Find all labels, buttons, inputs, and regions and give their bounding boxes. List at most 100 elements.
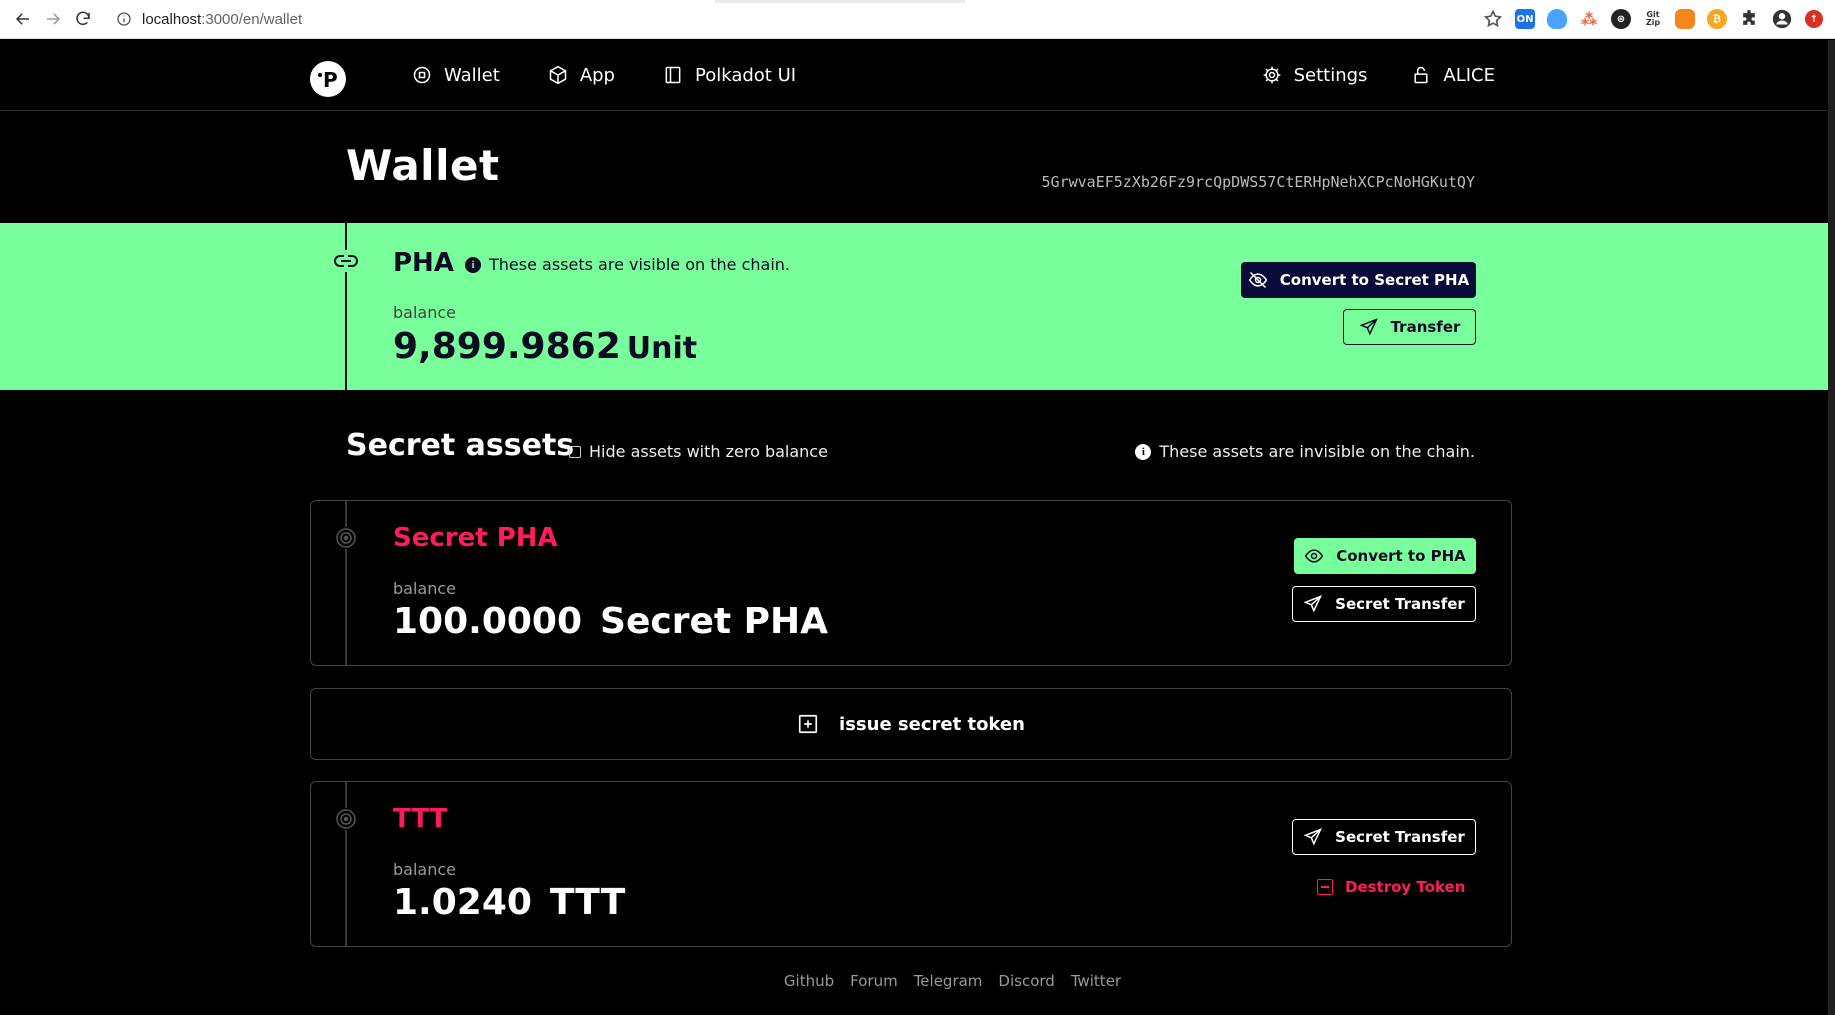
url-path: :3000/en/wallet — [201, 10, 303, 28]
nav-item-polkadot-ui[interactable]: Polkadot UI — [663, 65, 796, 86]
hide-zero-toggle[interactable]: Hide assets with zero balance — [569, 442, 828, 461]
footer-link-twitter[interactable]: Twitter — [1071, 972, 1121, 990]
phala-logo[interactable]: P — [310, 61, 346, 97]
settings-label: Settings — [1293, 64, 1368, 86]
top-navigation: P Wallet App Polkadot UI Settings ALICE — [0, 39, 1835, 111]
minus-square-icon — [1317, 879, 1333, 895]
nav-links: Wallet App Polkadot UI — [412, 39, 796, 111]
arrow-left-icon — [15, 13, 29, 25]
gear-icon — [1263, 66, 1280, 84]
extension-toolbar: ON ⁂ ⊛ Git Zip ₿ ↑ — [1483, 8, 1823, 30]
site-info-icon[interactable] — [116, 11, 132, 27]
footer-link-discord[interactable]: Discord — [998, 972, 1054, 990]
account-link[interactable]: ALICE — [1411, 65, 1495, 86]
update-icon[interactable]: ↑ — [1805, 10, 1823, 28]
page-header: Wallet 5GrwvaEF5zXb26Fz9rcQpDWS57CtERHpN… — [0, 111, 1835, 223]
target-icon — [335, 527, 357, 549]
account-label: ALICE — [1443, 64, 1495, 86]
coin-ext-icon[interactable]: ₿ — [1707, 9, 1727, 29]
balance-label: balance — [393, 579, 456, 598]
balance-value: 1.0240 — [393, 882, 532, 923]
hide-zero-label: Hide assets with zero balance — [589, 442, 828, 461]
destroy-label: Destroy Token — [1345, 878, 1466, 896]
visibility-note-text: These assets are visible on the chain. — [489, 255, 790, 274]
puzzle-icon[interactable] — [1739, 9, 1759, 29]
arrow-right-icon — [47, 13, 61, 25]
balance-unit: Secret PHA — [600, 601, 829, 642]
account-address: 5GrwvaEF5zXb26Fz9rcQpDWS57CtERHpNehXCPcN… — [1041, 173, 1475, 191]
network-ext-icon[interactable]: ⁂ — [1579, 9, 1599, 29]
forward-button[interactable] — [38, 4, 68, 34]
convert-to-secret-button[interactable]: Convert to Secret PHA — [1241, 262, 1476, 298]
back-button[interactable] — [8, 4, 38, 34]
nav-item-label: Polkadot UI — [694, 64, 797, 86]
info-icon: i — [1135, 443, 1152, 460]
balance-label: balance — [393, 303, 456, 322]
eye-off-icon — [1248, 271, 1267, 289]
issue-label: issue secret token — [839, 713, 1025, 735]
transfer-button[interactable]: Transfer — [1343, 309, 1476, 345]
eye-icon — [1305, 549, 1324, 563]
reload-icon — [76, 11, 90, 26]
footer-link-forum[interactable]: Forum — [850, 972, 898, 990]
button-label: Convert to PHA — [1336, 547, 1466, 565]
bookmark-star-icon[interactable] — [1483, 9, 1503, 29]
target-icon — [335, 808, 357, 830]
nav-item-label: App — [579, 64, 615, 86]
button-label: Convert to Secret PHA — [1279, 271, 1470, 289]
secret-transfer-button[interactable]: Secret Transfer — [1292, 586, 1476, 622]
button-label: Secret Transfer — [1335, 828, 1465, 846]
balance-value: 9,899.9862 — [393, 326, 621, 367]
settings-link[interactable]: Settings — [1262, 64, 1368, 86]
balance-unit: Unit — [626, 331, 698, 366]
button-label: Transfer — [1390, 318, 1461, 336]
nav-item-app[interactable]: App — [548, 65, 615, 86]
invisibility-note-text: These assets are invisible on the chain. — [1159, 442, 1475, 461]
balance-amount: 100.0000 Secret PHA — [393, 601, 828, 642]
plus-square-icon — [798, 714, 818, 734]
fox-ext-icon[interactable] — [1675, 9, 1695, 29]
page-title: Wallet — [346, 141, 500, 190]
button-label: Secret Transfer — [1335, 595, 1465, 613]
secret-transfer-button[interactable]: Secret Transfer — [1292, 819, 1476, 855]
balance-unit: TTT — [549, 882, 626, 923]
balance-amount: 1.0240 TTT — [393, 882, 625, 923]
footer-link-telegram[interactable]: Telegram — [914, 972, 983, 990]
page-scrollbar[interactable] — [1828, 40, 1835, 1015]
address-bar[interactable]: localhost:3000/en/wallet — [116, 4, 1483, 34]
hide-zero-checkbox[interactable] — [569, 445, 581, 458]
secret-assets-header: Secret assets Hide assets with zero bala… — [0, 390, 1835, 500]
visibility-note: i These assets are visible on the chain. — [465, 255, 790, 274]
asset-symbol: PHA — [393, 248, 454, 278]
issue-secret-token-button[interactable]: issue secret token — [310, 688, 1512, 760]
invisibility-note: i These assets are invisible on the chai… — [1135, 442, 1475, 461]
circle-ext-icon[interactable]: ⊛ — [1611, 9, 1631, 29]
timeline-line — [345, 501, 347, 665]
link-icon — [333, 250, 359, 272]
unlock-icon — [1414, 66, 1428, 84]
footer-link-github[interactable]: Github — [784, 972, 834, 990]
logo-icon: P — [318, 68, 338, 92]
send-icon — [1303, 595, 1323, 613]
wallet-icon — [413, 66, 431, 84]
profile-icon[interactable] — [1771, 8, 1793, 30]
asset-card-ttt: TTT balance 1.0240 TTT Secret Transfer De… — [310, 781, 1512, 947]
destroy-token-button[interactable]: Destroy Token — [1317, 878, 1465, 896]
nav-item-wallet[interactable]: Wallet — [412, 65, 500, 86]
balance-amount: 9,899.9862 Unit — [393, 326, 697, 367]
cube-icon — [549, 65, 567, 85]
url-host: localhost — [142, 10, 202, 28]
sidebar-icon — [665, 66, 681, 84]
on-badge-icon[interactable]: ON — [1515, 9, 1535, 29]
reload-button[interactable] — [68, 4, 98, 34]
token-name: TTT — [393, 804, 448, 834]
info-icon: i — [465, 256, 481, 273]
balance-label: balance — [393, 860, 456, 879]
shield-ext-icon[interactable] — [1547, 9, 1567, 29]
send-icon — [1359, 318, 1378, 336]
gitzip-ext-icon[interactable]: Git Zip — [1643, 9, 1663, 29]
send-icon — [1303, 828, 1323, 846]
timeline-line — [345, 782, 347, 946]
svg-text:P: P — [323, 68, 338, 92]
convert-to-pha-button[interactable]: Convert to PHA — [1294, 538, 1476, 574]
